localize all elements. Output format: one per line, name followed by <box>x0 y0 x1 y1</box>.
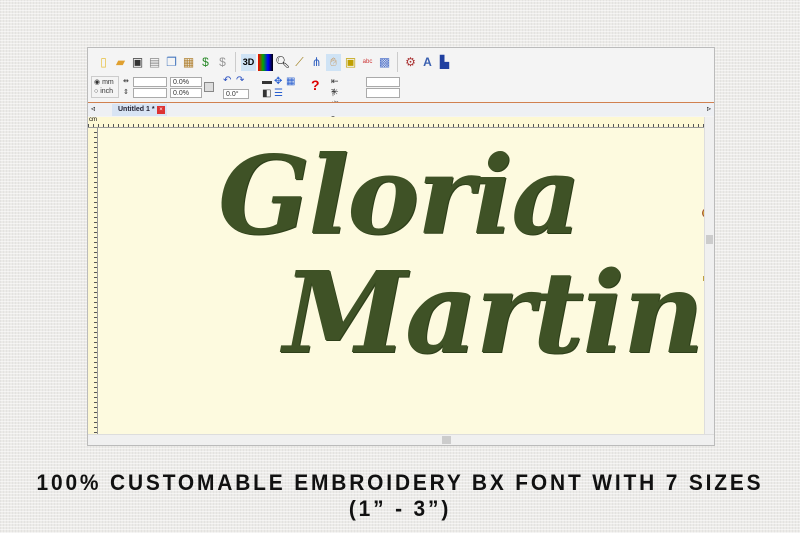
tab-scroll-left[interactable]: ◃ <box>91 104 95 113</box>
width-field[interactable] <box>133 77 167 87</box>
distribute-button[interactable]: ▦ <box>286 76 295 87</box>
export-icon[interactable]: ▙ <box>437 54 452 71</box>
frame-icon[interactable]: ▣ <box>343 54 358 71</box>
vertical-ruler <box>88 128 98 434</box>
angle-field[interactable]: 0.0° <box>223 89 249 99</box>
y-field[interactable] <box>366 88 400 98</box>
rotate-icon[interactable]: $ <box>215 54 230 71</box>
settings-icon[interactable]: ⚙ <box>403 54 418 71</box>
rotate-right-button[interactable]: ↷ <box>236 75 244 86</box>
ruler-unit: cm <box>89 117 97 123</box>
vertical-scrollbar[interactable] <box>704 117 714 434</box>
paste-icon[interactable]: ▦ <box>181 54 196 71</box>
document-tabs: ◃ Untitled 1 * × ▹ <box>88 102 714 116</box>
width-percent-field[interactable]: 0.0% <box>170 77 202 87</box>
pattern-icon[interactable]: ▩ <box>377 54 392 71</box>
abc-icon[interactable]: abc <box>360 54 375 71</box>
horizontal-scroll-thumb[interactable] <box>442 436 451 444</box>
vertical-scroll-thumb[interactable] <box>706 235 713 244</box>
print-icon[interactable]: ▤ <box>147 54 162 71</box>
mirror-icon[interactable]: $ <box>198 54 213 71</box>
design-text-line1[interactable]: Gloria <box>218 133 581 259</box>
align-lines-button[interactable]: ☰ <box>274 88 283 99</box>
width-icon: ⇹ <box>123 78 129 85</box>
separator <box>235 52 236 72</box>
close-tab-icon[interactable]: × <box>157 106 165 114</box>
lock-ratio-button[interactable] <box>204 82 214 92</box>
align-top-button[interactable]: ▬ <box>262 76 272 87</box>
x-field[interactable] <box>366 77 400 87</box>
height-field[interactable] <box>133 88 167 98</box>
copy-icon[interactable]: ❐ <box>164 54 179 71</box>
promo-caption: 100% CUSTOMABLE EMBROIDERY BX FONT WITH … <box>36 470 764 521</box>
align-half-button[interactable]: ◧ <box>262 88 271 99</box>
color-bars-icon[interactable] <box>258 53 273 71</box>
height-percent-field[interactable]: 0.0% <box>170 88 202 98</box>
3d-view-icon[interactable]: 3D <box>241 53 256 71</box>
zoom-icon[interactable]: 🔍︎ <box>275 54 290 71</box>
embroidery-app-window: ▯ ▰ ▣ ▤ ❐ ▦ $ $ 3D 🔍︎ ⟋ ⋔ ✋︎ ▣ abc ▩ ⚙ A… <box>87 47 715 446</box>
stitch-icon[interactable]: ⋔ <box>309 54 324 71</box>
separator <box>397 52 398 72</box>
unit-mm-radio[interactable]: ◉ mm <box>94 78 114 86</box>
main-toolbar: ▯ ▰ ▣ ▤ ❐ ▦ $ $ 3D 🔍︎ ⟋ ⋔ ✋︎ ▣ abc ▩ ⚙ A… <box>96 50 452 74</box>
hand-icon[interactable]: ✋︎ <box>326 53 341 71</box>
save-icon[interactable]: ▣ <box>130 54 145 71</box>
unit-inch-label: inch <box>100 88 114 95</box>
new-icon[interactable]: ▯ <box>96 54 111 71</box>
unit-inch-radio[interactable]: ○ inch <box>94 88 113 95</box>
open-icon[interactable]: ▰ <box>113 54 128 71</box>
units-group: ◉ mm ○ inch <box>91 76 119 98</box>
design-canvas[interactable]: Gloria Martin <box>98 128 704 434</box>
design-text-line2[interactable]: Martin <box>283 248 704 379</box>
center-button[interactable]: ✥ <box>274 76 282 87</box>
tab-scroll-right[interactable]: ▹ <box>707 104 711 113</box>
horizontal-ruler: cm <box>88 117 704 128</box>
help-icon[interactable]: ? <box>311 77 320 93</box>
tab-label: Untitled 1 * <box>118 106 155 113</box>
height-icon: ⇕ <box>123 89 129 96</box>
unit-mm-label: mm <box>102 79 114 86</box>
rotate-left-button[interactable]: ↶ <box>223 75 231 86</box>
ruler-icon[interactable]: ⟋ <box>292 54 307 71</box>
horizontal-scrollbar[interactable] <box>88 434 714 445</box>
text-icon[interactable]: A <box>420 54 435 71</box>
